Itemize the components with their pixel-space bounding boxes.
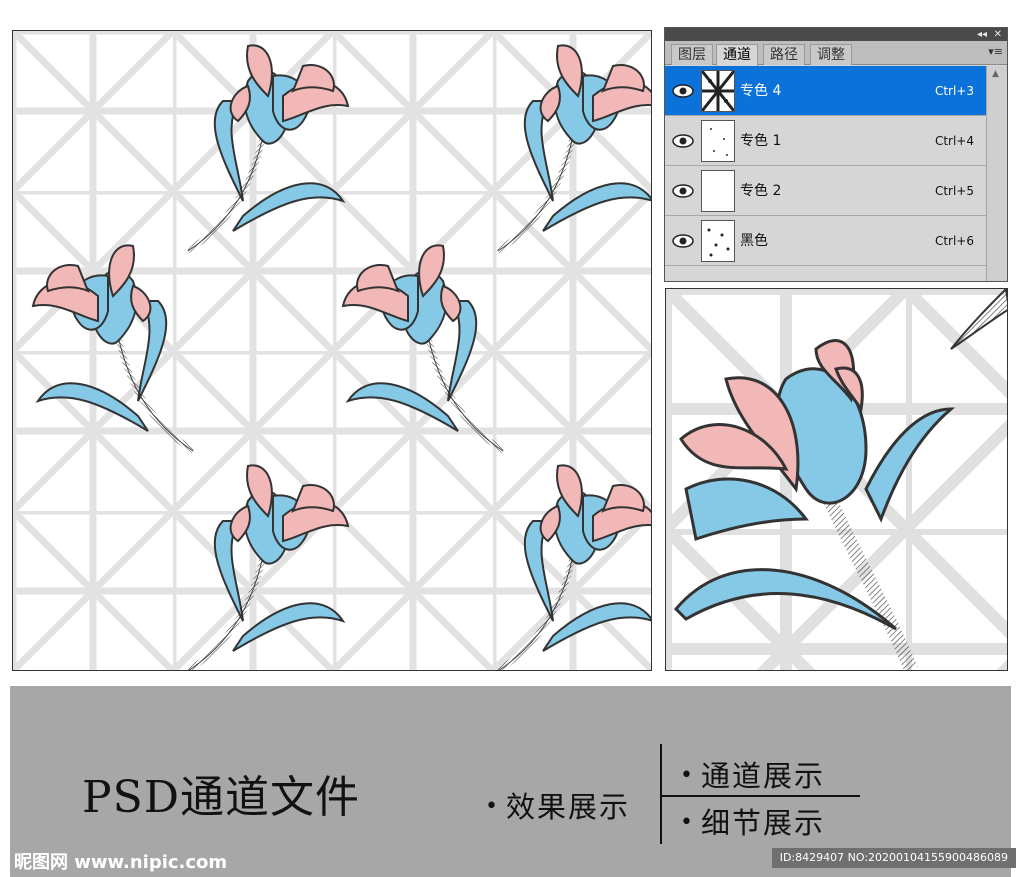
scrollbar[interactable]: ▲ [986,66,1007,281]
watermark-logo: 昵图网 www.nipic.com [14,852,228,873]
channel-thumbnail [701,170,735,212]
tab-paths[interactable]: 路径 [763,44,805,65]
channel-shortcut: Ctrl+6 [934,234,974,248]
close-icon[interactable]: ✕ [994,28,1002,41]
channel-name: 专色 2 [740,183,782,199]
tab-channels[interactable]: 通道 [716,44,758,66]
bullet-icon: • [680,810,695,835]
eye-icon[interactable] [669,80,697,102]
panel-tabs: 图层 通道 路径 调整 ▾≡ [665,41,1007,66]
eye-icon[interactable] [669,130,697,152]
bracket-horizontal [660,795,860,797]
panel-menu-icon[interactable]: ▾≡ [988,45,1003,58]
detail-artwork [666,289,1007,670]
bullet-icon: • [680,763,695,788]
watermark-id: ID:8429407 NO:20200104155900486089 [771,848,1016,868]
scroll-up-icon[interactable]: ▲ [992,69,999,79]
channel-shortcut: Ctrl+5 [934,184,974,198]
channel-shortcut: Ctrl+3 [934,84,974,98]
effect-label: • 效果展示 [485,784,630,826]
channels-panel: ◂◂ ✕ 图层 通道 路径 调整 ▾≡ 专色 4 Ctrl+3 专色 1 Ctr… [664,27,1008,282]
channel-list: 专色 4 Ctrl+3 专色 1 Ctrl+4 专色 2 Ctrl+5 黑色 C… [665,66,986,266]
banner-title: PSD通道文件 [82,772,361,823]
collapse-icon[interactable]: ◂◂ [977,28,987,41]
channel-shortcut: Ctrl+4 [934,134,974,148]
eye-icon[interactable] [669,180,697,202]
pattern-artwork [13,31,651,670]
detail-label: • 细节展示 [680,800,825,842]
tab-adjustments[interactable]: 调整 [810,44,852,65]
pattern-preview [12,30,652,671]
channel-name: 黑色 [740,233,768,249]
effect-label-text: 效果展示 [505,790,630,824]
detail-preview [665,288,1008,671]
bracket-vertical [660,744,662,844]
channel-label: • 通道展示 [680,753,825,795]
detail-label-text: 细节展示 [700,806,825,840]
tab-layers[interactable]: 图层 [671,44,713,65]
channel-label-text: 通道展示 [700,759,825,793]
channel-thumbnail [701,220,735,262]
eye-icon[interactable] [669,230,697,252]
channel-row-black[interactable]: 黑色 Ctrl+6 [665,216,986,266]
channel-row-spot4[interactable]: 专色 4 Ctrl+3 [665,66,986,116]
channel-thumbnail [700,70,736,112]
panel-titlebar: ◂◂ ✕ [665,28,1007,41]
channel-name: 专色 1 [740,133,782,149]
channel-row-spot1[interactable]: 专色 1 Ctrl+4 [665,116,986,166]
channel-row-spot2[interactable]: 专色 2 Ctrl+5 [665,166,986,216]
bullet-icon: • [485,794,500,819]
channel-thumbnail [701,120,735,162]
channel-name: 专色 4 [740,83,782,99]
